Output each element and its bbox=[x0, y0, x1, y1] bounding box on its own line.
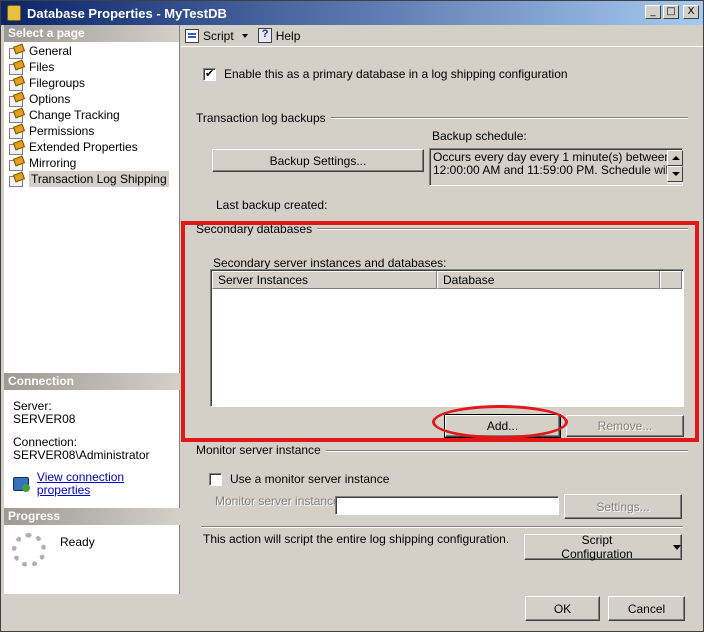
script-configuration-button[interactable]: Script Configuration bbox=[524, 533, 682, 561]
help-label: Help bbox=[275, 28, 301, 43]
bottom-divider bbox=[201, 526, 683, 528]
monitor-instance-label: Monitor server instance bbox=[215, 494, 340, 508]
page-wrench-icon bbox=[8, 157, 24, 171]
backup-settings-button[interactable]: Backup Settings... bbox=[212, 149, 424, 172]
page-item-label: Change Tracking bbox=[29, 108, 120, 122]
title-bar[interactable]: Database Properties - MyTestDB _ □ X bbox=[1, 1, 703, 25]
script-label: Script bbox=[203, 28, 234, 43]
server-value: SERVER08 bbox=[13, 412, 76, 426]
progress-header: Progress bbox=[4, 508, 180, 525]
chevron-down-icon bbox=[673, 544, 681, 550]
page-item-transaction-log-shipping[interactable]: Transaction Log Shipping bbox=[8, 171, 179, 187]
backup-schedule-label: Backup schedule: bbox=[432, 129, 527, 143]
column-extra bbox=[660, 271, 682, 289]
connection-section: Connection Server: SERVER08 Connection: … bbox=[4, 373, 180, 497]
use-monitor-checkbox[interactable] bbox=[209, 472, 222, 486]
connection-header: Connection bbox=[4, 373, 180, 390]
page-wrench-icon bbox=[8, 125, 24, 139]
page-wrench-icon bbox=[8, 77, 24, 91]
remove-button[interactable]: Remove... bbox=[566, 415, 684, 437]
dialog-footer: OK Cancel bbox=[181, 594, 703, 631]
window-controls: _ □ X bbox=[645, 5, 699, 19]
page-item-general[interactable]: General bbox=[8, 43, 179, 59]
scroll-up-icon[interactable] bbox=[667, 150, 683, 166]
page-item-options[interactable]: Options bbox=[8, 91, 179, 107]
monitor-instance-input[interactable] bbox=[335, 496, 559, 515]
page-item-label: Mirroring bbox=[29, 156, 77, 170]
connection-value: SERVER08\Administrator bbox=[13, 448, 150, 462]
connection-properties-icon bbox=[13, 477, 30, 492]
secondary-list-label: Secondary server instances and databases… bbox=[213, 256, 447, 270]
monitor-group-title: Monitor server instance bbox=[196, 443, 326, 457]
enable-primary-checkbox[interactable] bbox=[203, 67, 216, 81]
page-wrench-icon bbox=[8, 45, 24, 59]
ok-button[interactable]: OK bbox=[525, 596, 600, 621]
progress-spinner-icon bbox=[12, 533, 46, 567]
page-item-files[interactable]: Files bbox=[8, 59, 179, 75]
page-item-label: General bbox=[29, 44, 72, 58]
column-database[interactable]: Database bbox=[437, 271, 660, 289]
page-item-mirroring[interactable]: Mirroring bbox=[8, 155, 179, 171]
cancel-button[interactable]: Cancel bbox=[608, 596, 685, 621]
page-item-label: Files bbox=[29, 60, 55, 74]
progress-section: Progress Ready bbox=[4, 508, 180, 567]
close-button[interactable]: X bbox=[683, 5, 699, 19]
schedule-scrollbar[interactable] bbox=[667, 150, 683, 184]
database-properties-window: Database Properties - MyTestDB _ □ X Sel… bbox=[0, 0, 704, 632]
page-wrench-icon bbox=[8, 173, 24, 187]
grid-header: Server Instances Database bbox=[212, 271, 682, 289]
backup-schedule-text: Occurs every day every 1 minute(s) betwe… bbox=[429, 148, 683, 186]
maximize-button[interactable]: □ bbox=[663, 5, 679, 19]
scroll-down-icon[interactable] bbox=[667, 166, 683, 182]
page-wrench-icon bbox=[8, 61, 24, 75]
progress-status: Ready bbox=[60, 535, 95, 549]
add-button[interactable]: Add... bbox=[444, 414, 561, 438]
toolbar: Script Help bbox=[181, 25, 703, 47]
enable-primary-row: Enable this as a primary database in a l… bbox=[203, 67, 568, 81]
page-item-permissions[interactable]: Permissions bbox=[8, 123, 179, 139]
main-panel: Enable this as a primary database in a l… bbox=[181, 48, 703, 594]
left-pane: Select a page General Files Filegroups O… bbox=[4, 25, 180, 594]
page-item-extended-properties[interactable]: Extended Properties bbox=[8, 139, 179, 155]
page-item-label: Transaction Log Shipping bbox=[29, 171, 169, 187]
page-wrench-icon bbox=[8, 141, 24, 155]
secondary-group-title: Secondary databases bbox=[196, 222, 318, 236]
window-title: Database Properties - MyTestDB bbox=[27, 5, 227, 21]
use-monitor-label[interactable]: Use a monitor server instance bbox=[230, 472, 389, 486]
script-button[interactable]: Script bbox=[185, 28, 248, 43]
page-item-label: Options bbox=[29, 92, 71, 106]
database-icon bbox=[7, 5, 21, 21]
script-configuration-label: Script Configuration bbox=[561, 533, 633, 561]
page-item-label: Filegroups bbox=[29, 76, 86, 90]
select-page-header: Select a page bbox=[4, 25, 179, 42]
page-wrench-icon bbox=[8, 109, 24, 123]
help-button[interactable]: Help bbox=[257, 28, 301, 43]
column-server-instances[interactable]: Server Instances bbox=[212, 271, 437, 289]
enable-primary-label[interactable]: Enable this as a primary database in a l… bbox=[224, 67, 568, 81]
schedule-line-2: 12:00:00 AM and 11:59:00 PM. Schedule wi… bbox=[433, 163, 683, 177]
last-backup-label: Last backup created: bbox=[216, 198, 328, 212]
page-wrench-icon bbox=[8, 93, 24, 107]
page-item-label: Extended Properties bbox=[29, 140, 138, 154]
settings-button[interactable]: Settings... bbox=[564, 494, 682, 519]
page-item-change-tracking[interactable]: Change Tracking bbox=[8, 107, 179, 123]
help-icon bbox=[257, 28, 272, 43]
chevron-down-icon[interactable] bbox=[241, 33, 248, 38]
page-list: General Files Filegroups Options Change … bbox=[4, 42, 179, 187]
view-connection-properties-link[interactable]: View connection properties bbox=[37, 471, 180, 497]
script-icon bbox=[185, 28, 199, 43]
use-monitor-row: Use a monitor server instance bbox=[209, 472, 389, 486]
secondary-databases-grid[interactable]: Server Instances Database bbox=[210, 269, 684, 407]
page-item-label: Permissions bbox=[29, 124, 95, 138]
tlog-group-title: Transaction log backups bbox=[196, 111, 331, 125]
minimize-button[interactable]: _ bbox=[645, 5, 661, 19]
script-note: This action will script the entire log s… bbox=[203, 532, 510, 546]
page-item-filegroups[interactable]: Filegroups bbox=[8, 75, 179, 91]
